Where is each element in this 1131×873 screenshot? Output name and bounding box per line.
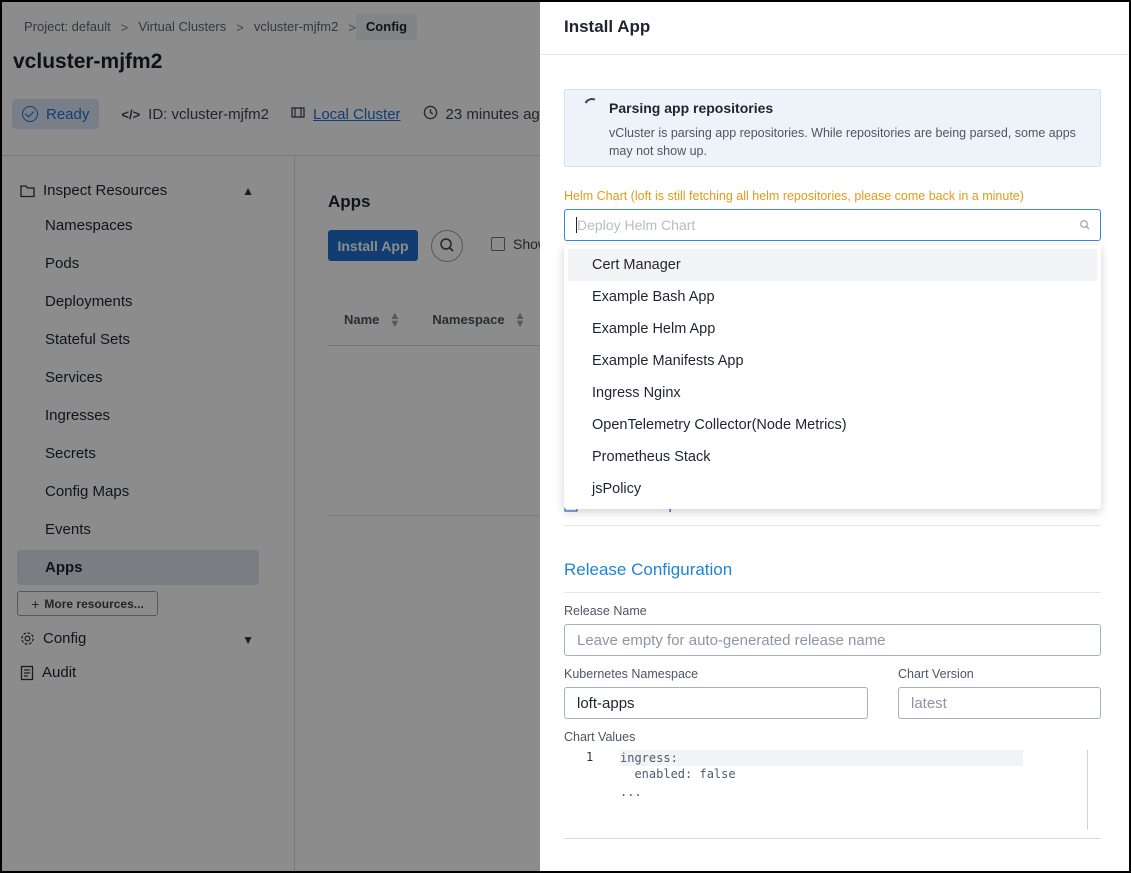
current-line-highlight — [620, 750, 1023, 766]
chart-values-editor[interactable]: 1 ingress: enabled: false ... — [564, 750, 1102, 832]
chart-values-label: Chart Values — [564, 730, 636, 744]
divider — [564, 525, 1101, 526]
line-number: 1 — [586, 750, 594, 764]
dropdown-option-ingress-nginx[interactable]: Ingress Nginx — [568, 377, 1097, 409]
chart-version-label: Chart Version — [898, 667, 974, 681]
code-line: enabled: false — [620, 767, 736, 781]
notice-text: vCluster is parsing app repositories. Wh… — [609, 126, 1076, 158]
editor-scrollbar[interactable] — [1087, 750, 1088, 830]
divider — [564, 592, 1101, 593]
text-caret — [576, 217, 577, 233]
divider — [564, 838, 1101, 839]
kubernetes-namespace-label: Kubernetes Namespace — [564, 667, 699, 681]
drawer-title: Install App — [564, 17, 651, 36]
spinner-icon — [581, 95, 603, 117]
chart-version-input[interactable] — [898, 687, 1101, 719]
code-fold-ellipsis: ... — [620, 785, 642, 799]
kubernetes-namespace-input[interactable] — [564, 687, 868, 719]
helm-chart-search-input[interactable] — [564, 209, 1101, 241]
helm-chart-dropdown: Cert Manager Example Bash App Example He… — [564, 245, 1101, 509]
release-name-input[interactable] — [564, 624, 1101, 656]
dropdown-option-jspolicy[interactable]: jsPolicy — [568, 473, 1097, 505]
search-icon — [1080, 220, 1090, 230]
dropdown-option-example-manifests-app[interactable]: Example Manifests App — [568, 345, 1097, 377]
dropdown-option-opentelemetry-collector[interactable]: OpenTelemetry Collector(Node Metrics) — [568, 409, 1097, 441]
release-configuration-title: Release Configuration — [564, 560, 733, 579]
install-app-drawer: Install App Parsing app repositories vCl… — [540, 2, 1129, 871]
dropdown-option-example-bash-app[interactable]: Example Bash App — [568, 281, 1097, 313]
code-line: ingress: — [620, 751, 678, 765]
notice-title: Parsing app repositories — [609, 100, 774, 116]
dropdown-option-prometheus-stack[interactable]: Prometheus Stack — [568, 441, 1097, 473]
release-name-label: Release Name — [564, 604, 647, 618]
drawer-header-divider — [540, 54, 1129, 55]
helm-chart-label: Helm Chart (loft is still fetching all h… — [564, 189, 1024, 203]
dropdown-option-example-helm-app[interactable]: Example Helm App — [568, 313, 1097, 345]
parsing-notice: Parsing app repositories vCluster is par… — [564, 89, 1101, 167]
dropdown-option-cert-manager[interactable]: Cert Manager — [568, 249, 1097, 281]
